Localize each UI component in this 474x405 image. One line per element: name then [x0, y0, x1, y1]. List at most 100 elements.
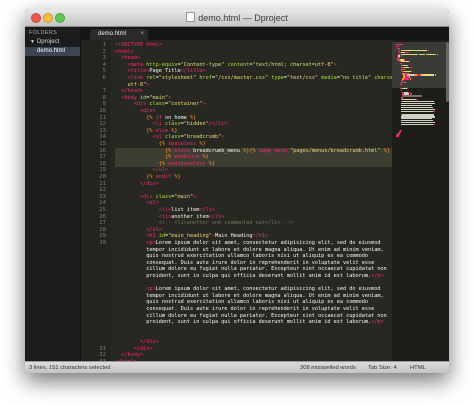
code-line[interactable]: tempor incididunt ut labore et dolore ma… [115, 246, 384, 254]
code-token: ></li> [208, 121, 228, 128]
minimap[interactable] [392, 40, 449, 361]
code-line[interactable]: <!DOCTYPE html> [115, 42, 162, 49]
line-number: 14 [99, 134, 106, 141]
code-line[interactable]: <li class="hidden"></li> [115, 121, 227, 128]
code-editor[interactable]: 1 2 3 4 5 6 7 8 9 10 11 12 13 14 15 16 17 18 19 20 21 22 23 24 2… [81, 40, 392, 361]
code-token: tempor incididunt ut labore et dolore ma… [115, 246, 384, 253]
code-line[interactable]: <div class="container"> [115, 101, 206, 108]
line-number: 2 [102, 48, 106, 55]
code-line[interactable]: {% endspaceless %} [115, 161, 215, 168]
code-line[interactable]: proident, sunt in culpa qui officia dese… [115, 273, 384, 280]
minimap-line [428, 53, 433, 55]
code-token: spaceless [168, 141, 200, 147]
code-line[interactable]: consequat. Duis aute irure dolor in repr… [115, 260, 374, 267]
line-number: 12 [99, 121, 106, 128]
code-line[interactable]: <ul> [115, 200, 159, 207]
code-token: http-equiv [146, 61, 178, 68]
line-number: 3 [102, 55, 106, 62]
code-line[interactable]: quis nostrud exercitation ullamco labori… [115, 299, 368, 306]
close-tab-icon[interactable]: × [140, 29, 144, 40]
code-line[interactable]: <body id="main"> [115, 95, 171, 102]
code-line[interactable]: <head> [115, 55, 140, 62]
code-token: </title> [180, 68, 206, 75]
scrollbar-thumb[interactable] [446, 42, 449, 102]
code-token: class [149, 101, 165, 108]
minimap-line [400, 110, 433, 112]
code-line[interactable]: </div> [115, 346, 153, 353]
code-token: </div> [140, 180, 159, 187]
code-token: endif [155, 174, 175, 180]
code-line[interactable]: quis nostrud exercitation ullamco labori… [115, 253, 368, 260]
line-number: 1 [102, 42, 106, 48]
code-line[interactable]: <meta http-equiv="Content-type" content=… [115, 62, 337, 69]
disclosure-triangle-icon[interactable]: ▼ [30, 39, 35, 45]
code-line[interactable]: </head> [115, 88, 143, 95]
code-line[interactable]: tempor incididunt ut labore et dolore ma… [115, 292, 384, 300]
code-token: </div> [140, 339, 159, 345]
code-token: "main" [174, 193, 194, 200]
code-line[interactable]: proident, sunt in culpa qui officia dese… [115, 319, 383, 326]
code-token: page_menu [258, 147, 290, 154]
code-token: {% [146, 114, 156, 121]
code-token: <div [133, 101, 150, 108]
code-line[interactable]: cillum dolore eu fugiat nulla pariatur. … [115, 313, 387, 320]
code-line[interactable]: <li>list item</li> [115, 207, 215, 214]
code-token: <!-- <li>another one commented out</li> … [158, 220, 294, 227]
code-line[interactable]: cillum dolore eu fugiat nulla pariatur. … [115, 266, 387, 273]
code-line[interactable]: </div> [115, 339, 159, 346]
code-line[interactable]: <h1 id="main_heading">Main Heading</h1> [115, 233, 268, 240]
code-token: breadcrumb_menu [193, 147, 244, 154]
line-number: 22 [99, 187, 106, 194]
code-token: </p> [371, 273, 384, 279]
code-token: "main" [149, 94, 169, 101]
code-line[interactable]: </div> [115, 181, 159, 188]
code-line[interactable]: <p>Lorem ipsum dolor sit amet, consectet… [115, 286, 380, 293]
code-line[interactable]: <html> [115, 49, 134, 56]
code-token: class [164, 121, 181, 128]
code-token: utf-8" [115, 81, 147, 88]
code-line[interactable]: {% spaceless %} [115, 141, 206, 148]
code-token: on_home [164, 114, 190, 121]
code-line[interactable]: utf-8"> [115, 82, 149, 89]
line-number: 4 [102, 61, 106, 68]
line-number: 19 [99, 167, 106, 174]
code-line[interactable]: {% if on_home %} [115, 115, 196, 122]
sidebar-folder[interactable]: ▼ Dproject [25, 36, 80, 45]
code-token: else [155, 127, 172, 134]
code-line[interactable]: </body> [115, 352, 143, 359]
code-line[interactable]: <link rel="stylesheet" href="/css/master… [115, 75, 393, 82]
minimap-line [410, 53, 419, 55]
code-line[interactable]: <div class="main"> [115, 194, 196, 201]
code-token: Page Title [149, 68, 181, 75]
code-token: <title> [127, 68, 150, 75]
code-line[interactable]: consequat. Duis aute irure dolor in repr… [115, 306, 374, 313]
tab-size-selector[interactable]: Tab Size: 4 [368, 362, 397, 373]
code-token: </li> [199, 207, 215, 213]
line-number: 21 [99, 180, 106, 187]
code-line[interactable]: <div> [115, 108, 156, 115]
folder-name: Dproject [36, 39, 60, 45]
code-line[interactable]: </ul> [115, 167, 168, 174]
syntax-selector[interactable]: HTML (Django) [410, 362, 449, 373]
code-line[interactable]: <!-- <li>another one commented out</li> … [115, 220, 293, 227]
window-title-area: demo.html — Dproject [25, 12, 449, 23]
code-token: <!DOCTYPE html> [115, 42, 162, 48]
code-line[interactable]: </ul> [115, 227, 162, 234]
code-line[interactable]: {% block breadcrumb_menu %}{% page_menu … [115, 148, 390, 155]
sidebar-item-demo-html[interactable]: demo.html [25, 47, 80, 56]
code-line[interactable]: <ul class="breadcrumb"> [115, 134, 224, 141]
code-line[interactable]: {% else %} [115, 128, 177, 135]
code-line[interactable]: <li>another item</li> [115, 214, 225, 221]
code-line[interactable]: {% endif %} [115, 174, 180, 181]
tab-demo-html[interactable]: demo.html × [90, 29, 148, 40]
code-token: tempor incididunt ut labore et dolore ma… [115, 292, 384, 299]
code-line[interactable]: <p>Lorem ipsum dolor sit amet, consectet… [115, 240, 380, 247]
code-line[interactable]: {% endblock %} [115, 154, 209, 161]
code-token: charset [374, 75, 392, 81]
code-line[interactable]: <title>Page Title</title> [115, 68, 206, 75]
